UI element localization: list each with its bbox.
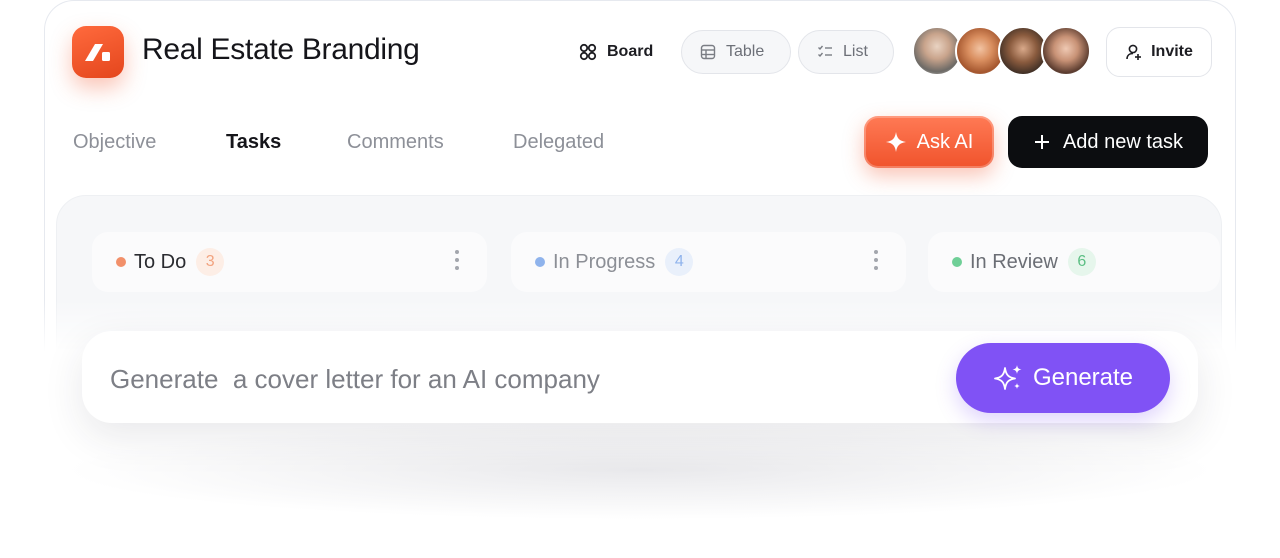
tab-delegated[interactable]: Delegated (513, 131, 604, 154)
ask-ai-button[interactable]: Ask AI (864, 116, 994, 168)
logo-mark-icon (85, 44, 110, 61)
generate-label: Generate (1032, 364, 1134, 391)
avatar[interactable] (1041, 26, 1091, 76)
column-header-in-review: In Review 6 (928, 232, 1220, 292)
status-dot (116, 257, 126, 267)
view-board-button[interactable]: Board (567, 30, 665, 74)
project-title: Real Estate Branding (142, 33, 420, 66)
view-table-button[interactable]: Table (681, 30, 791, 74)
status-dot (535, 257, 545, 267)
add-new-task-button[interactable]: Add new task (1008, 116, 1208, 168)
column-menu-icon[interactable] (874, 250, 878, 270)
column-count-badge: 3 (196, 248, 225, 276)
shadow (60, 420, 1220, 520)
checklist-icon (818, 45, 832, 58)
column-menu-icon[interactable] (455, 250, 459, 270)
add-user-icon (1126, 44, 1142, 60)
column-header-todo: To Do 3 (92, 232, 487, 292)
sparkle-icon (885, 132, 906, 152)
status-dot (952, 257, 962, 267)
column-count-badge: 6 (1067, 248, 1096, 276)
tab-tasks[interactable]: Tasks (226, 131, 281, 154)
view-board-label: Board (607, 43, 654, 60)
invite-label: Invite (1151, 43, 1193, 60)
tab-comments[interactable]: Comments (347, 131, 444, 154)
tab-objective[interactable]: Objective (73, 131, 156, 154)
view-list-label: List (843, 43, 868, 60)
column-title: In Review (970, 250, 1058, 273)
column-count-badge: 4 (665, 248, 694, 276)
add-new-task-label: Add new task (1062, 130, 1184, 153)
app-logo (72, 26, 124, 78)
column-title: In Progress (553, 250, 656, 273)
board-icon (579, 43, 597, 61)
sparkles-icon (994, 365, 1022, 390)
generate-button[interactable]: Generate (956, 343, 1170, 413)
plus-icon (1034, 135, 1049, 149)
table-icon (700, 44, 716, 60)
invite-button[interactable]: Invite (1106, 27, 1212, 77)
view-table-label: Table (726, 43, 765, 60)
column-title: To Do (134, 250, 187, 273)
ai-prompt-input[interactable] (110, 364, 890, 395)
view-list-button[interactable]: List (798, 30, 894, 74)
column-header-in-progress: In Progress 4 (511, 232, 906, 292)
ask-ai-label: Ask AI (916, 130, 974, 153)
